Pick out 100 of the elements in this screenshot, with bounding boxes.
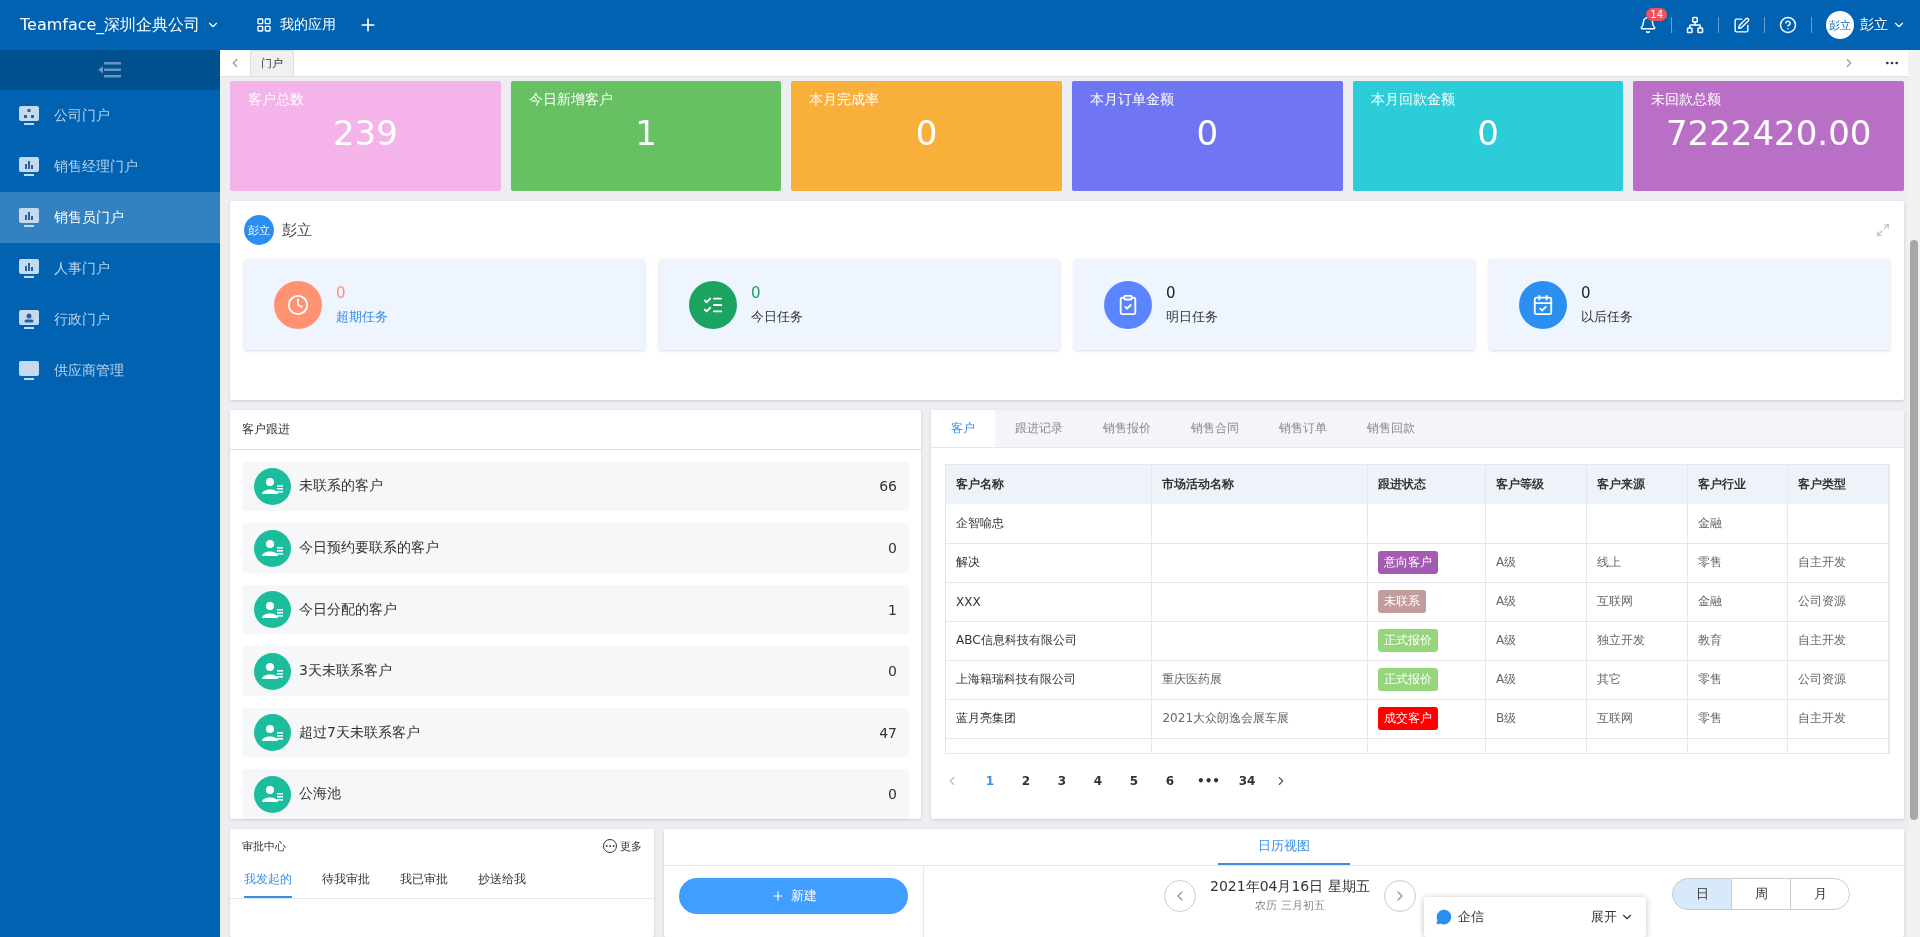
expand-button[interactable]: 展开 (1591, 908, 1634, 926)
customer-icon (254, 652, 291, 690)
stat-label: 本月完成率 (809, 91, 880, 109)
status-tag: 正式报价 (1377, 668, 1438, 691)
task-label: 明日任务 (1166, 307, 1218, 326)
table-cell: 自主开发 (1787, 543, 1889, 582)
stat-value: 0 (915, 113, 938, 153)
follow-up-item[interactable]: 公海池 0 (242, 769, 909, 820)
table-cell: 金融 (1687, 504, 1788, 543)
follow-up-count: 47 (879, 724, 897, 741)
user-avatar[interactable]: 彭立 (1826, 11, 1854, 39)
collapse-icon[interactable] (98, 61, 122, 79)
column-header: 客户等级 (1485, 465, 1587, 504)
page-button[interactable]: 2 (1011, 768, 1041, 794)
page-tab[interactable]: 门户 (250, 50, 294, 76)
edit-icon[interactable] (1733, 16, 1750, 34)
approval-tab[interactable]: 我发起的 (244, 863, 292, 898)
customer-icon (254, 775, 291, 813)
plus-icon (770, 889, 785, 903)
table-cell: 上海籍瑞科技有限公司 (946, 660, 1152, 699)
follow-up-label: 今日分配的客户 (299, 600, 398, 619)
portal-icon (18, 359, 40, 382)
approval-tab[interactable]: 抄送给我 (478, 863, 526, 898)
page-button[interactable]: 4 (1083, 768, 1113, 794)
follow-up-count: 0 (888, 540, 897, 556)
next-day-button[interactable] (1383, 880, 1416, 912)
stat-label: 本月订单金额 (1090, 91, 1174, 109)
sidebar-item[interactable]: 公司门户 (0, 90, 220, 141)
task-count: 0 (751, 283, 762, 302)
company-switcher[interactable]: Teamface_深圳企典公司 (20, 14, 221, 36)
sidebar-item[interactable]: 行政门户 (0, 294, 220, 345)
page-button[interactable]: 6 (1155, 768, 1185, 794)
view-button[interactable]: 日 (1672, 878, 1732, 910)
stat-value: 239 (332, 113, 398, 153)
stat-value: 7222420.00 (1665, 113, 1872, 153)
table-cell: 其它 (1586, 660, 1688, 699)
approval-tab[interactable]: 待我审批 (322, 863, 370, 898)
sidebar-item[interactable]: 销售经理门户 (0, 141, 220, 192)
records-tab[interactable]: 客户 (931, 410, 995, 447)
table-cell: A级 (1485, 582, 1587, 621)
scrollbar[interactable] (1908, 50, 1920, 937)
task-label: 以后任务 (1581, 307, 1633, 326)
column-header: 客户类型 (1787, 465, 1889, 504)
table-cell: 公司资源 (1787, 660, 1889, 699)
follow-up-count: 0 (888, 786, 897, 803)
table-cell: 重庆医药展 (1152, 660, 1368, 699)
follow-up-item[interactable]: 今日预约要联系的客户 0 (242, 523, 909, 573)
column-header: 客户名称 (946, 465, 1152, 504)
status-tag: 意向客户 (1377, 551, 1438, 574)
table-cell: 蓝月亮集团 (946, 699, 1152, 738)
sidebar-item[interactable]: 销售员门户 (0, 192, 220, 243)
view-button[interactable]: 周 (1731, 878, 1791, 910)
previous-day-button[interactable] (1164, 880, 1196, 912)
table-cell: A级 (1485, 660, 1587, 699)
stat-label: 未回款总额 (1651, 91, 1722, 109)
task-count: 0 (336, 283, 347, 302)
sidebar-item[interactable]: 人事门户 (0, 243, 220, 294)
sidebar-item[interactable]: 供应商管理 (0, 345, 220, 396)
stat-value: 0 (1477, 113, 1499, 153)
follow-up-label: 公海池 (299, 785, 342, 804)
notification-icon[interactable] (1639, 16, 1657, 34)
follow-up-count: 0 (888, 663, 897, 680)
page-button[interactable]: 3 (1047, 768, 1077, 794)
view-button[interactable]: 月 (1790, 878, 1850, 910)
task-card[interactable]: 0 以后任务 (1489, 259, 1890, 350)
customer-icon (254, 714, 291, 752)
task-count: 0 (1581, 283, 1592, 302)
table-cell: 线上 (1586, 543, 1688, 582)
follow-up-item[interactable]: 3天未联系客户 0 (242, 646, 909, 696)
table-cell: A级 (1485, 543, 1587, 582)
help-icon[interactable] (1779, 16, 1797, 34)
follow-up-label: 3天未联系客户 (299, 662, 393, 681)
grid-icon (256, 17, 273, 33)
calendar-tab[interactable]: 日历视图 (1218, 829, 1350, 865)
task-card[interactable]: 0 明日任务 (1074, 259, 1475, 350)
task-count: 0 (1166, 283, 1177, 302)
follow-up-count: 66 (879, 478, 897, 495)
follow-up-item[interactable]: 未联系的客户 66 (242, 461, 909, 512)
portal-icon (18, 206, 40, 229)
task-card[interactable]: 0 今日任务 (659, 259, 1060, 350)
chat-widget[interactable]: 企信 展开 (1424, 897, 1646, 937)
panel-title: 审批中心 (242, 838, 286, 854)
portal-icon (18, 104, 40, 127)
fullscreen-icon[interactable] (1876, 223, 1890, 237)
lunar-date: 农历 三月初五 (1255, 898, 1325, 913)
follow-up-item[interactable]: 超过7天未联系客户 47 (242, 707, 909, 758)
user-avatar: 彭立 (244, 215, 274, 245)
page-button[interactable]: ••• (1191, 768, 1226, 794)
status-tag: 未联系 (1377, 590, 1426, 613)
customer-icon (254, 591, 291, 629)
my-apps-button[interactable]: 我的应用 (256, 16, 337, 34)
follow-up-item[interactable]: 今日分配的客户 1 (242, 584, 909, 635)
approval-tab[interactable]: 我已审批 (400, 863, 448, 898)
org-chart-icon[interactable] (1686, 16, 1704, 34)
page-button[interactable]: 5 (1119, 768, 1149, 794)
table-cell: 自主开发 (1787, 621, 1889, 660)
user-menu[interactable]: 彭立 (1860, 16, 1906, 34)
more-link[interactable]: 更多 (603, 838, 642, 854)
page-button[interactable]: 34 (1232, 768, 1262, 794)
table-cell: B级 (1485, 699, 1587, 738)
